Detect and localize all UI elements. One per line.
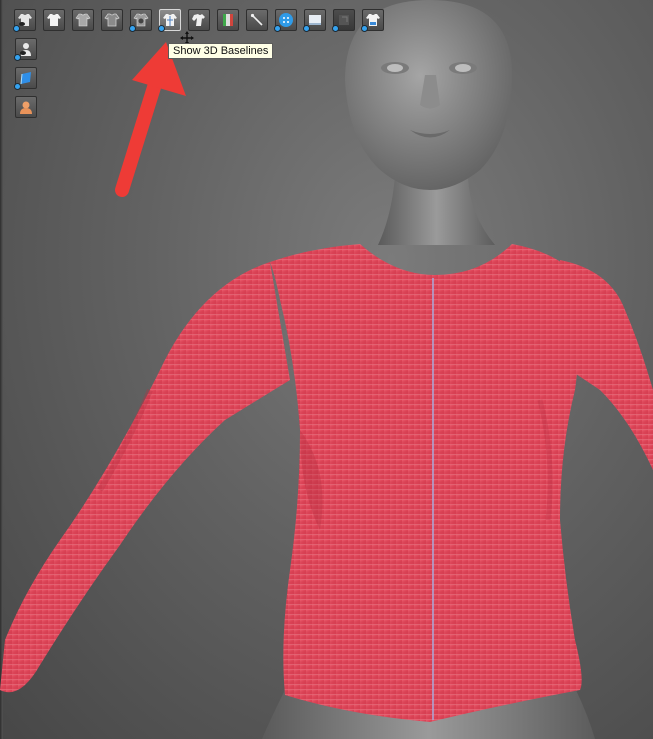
texture-map-icon xyxy=(223,14,233,26)
shirt-outline-icon xyxy=(104,13,120,27)
white-shirt-icon xyxy=(47,14,61,26)
annotation-arrow-icon xyxy=(115,42,186,197)
blue-panel-button[interactable] xyxy=(14,67,37,90)
white-shirt-button[interactable] xyxy=(43,9,65,31)
3d-viewport[interactable] xyxy=(0,0,653,739)
gray-shirt-icon xyxy=(75,13,91,27)
shirt-outline-button[interactable] xyxy=(101,9,123,31)
pose-shirt-icon xyxy=(192,14,205,26)
dark-square-button[interactable] xyxy=(332,9,355,32)
needle-icon xyxy=(250,13,263,26)
gray-shirt-button[interactable] xyxy=(72,9,94,31)
avatar-skin-icon xyxy=(20,101,32,114)
shirt-blue-button[interactable] xyxy=(361,9,384,32)
button-tool-button[interactable] xyxy=(274,9,297,32)
tooltip: Show 3D Baselines xyxy=(168,43,274,59)
garment-shirt[interactable] xyxy=(0,244,653,722)
avatar-visibility-button[interactable] xyxy=(14,38,37,61)
shirt-settings-button[interactable] xyxy=(129,9,152,32)
show-3d-baselines-button[interactable] xyxy=(158,9,181,32)
needle-button[interactable] xyxy=(246,9,268,31)
garment-visibility-button[interactable] xyxy=(13,9,36,32)
avatar-skin-button[interactable] xyxy=(15,96,37,118)
texture-map-button[interactable] xyxy=(217,9,239,31)
fabric-sheet-button[interactable] xyxy=(303,9,326,32)
pose-shirt-button[interactable] xyxy=(188,9,210,31)
